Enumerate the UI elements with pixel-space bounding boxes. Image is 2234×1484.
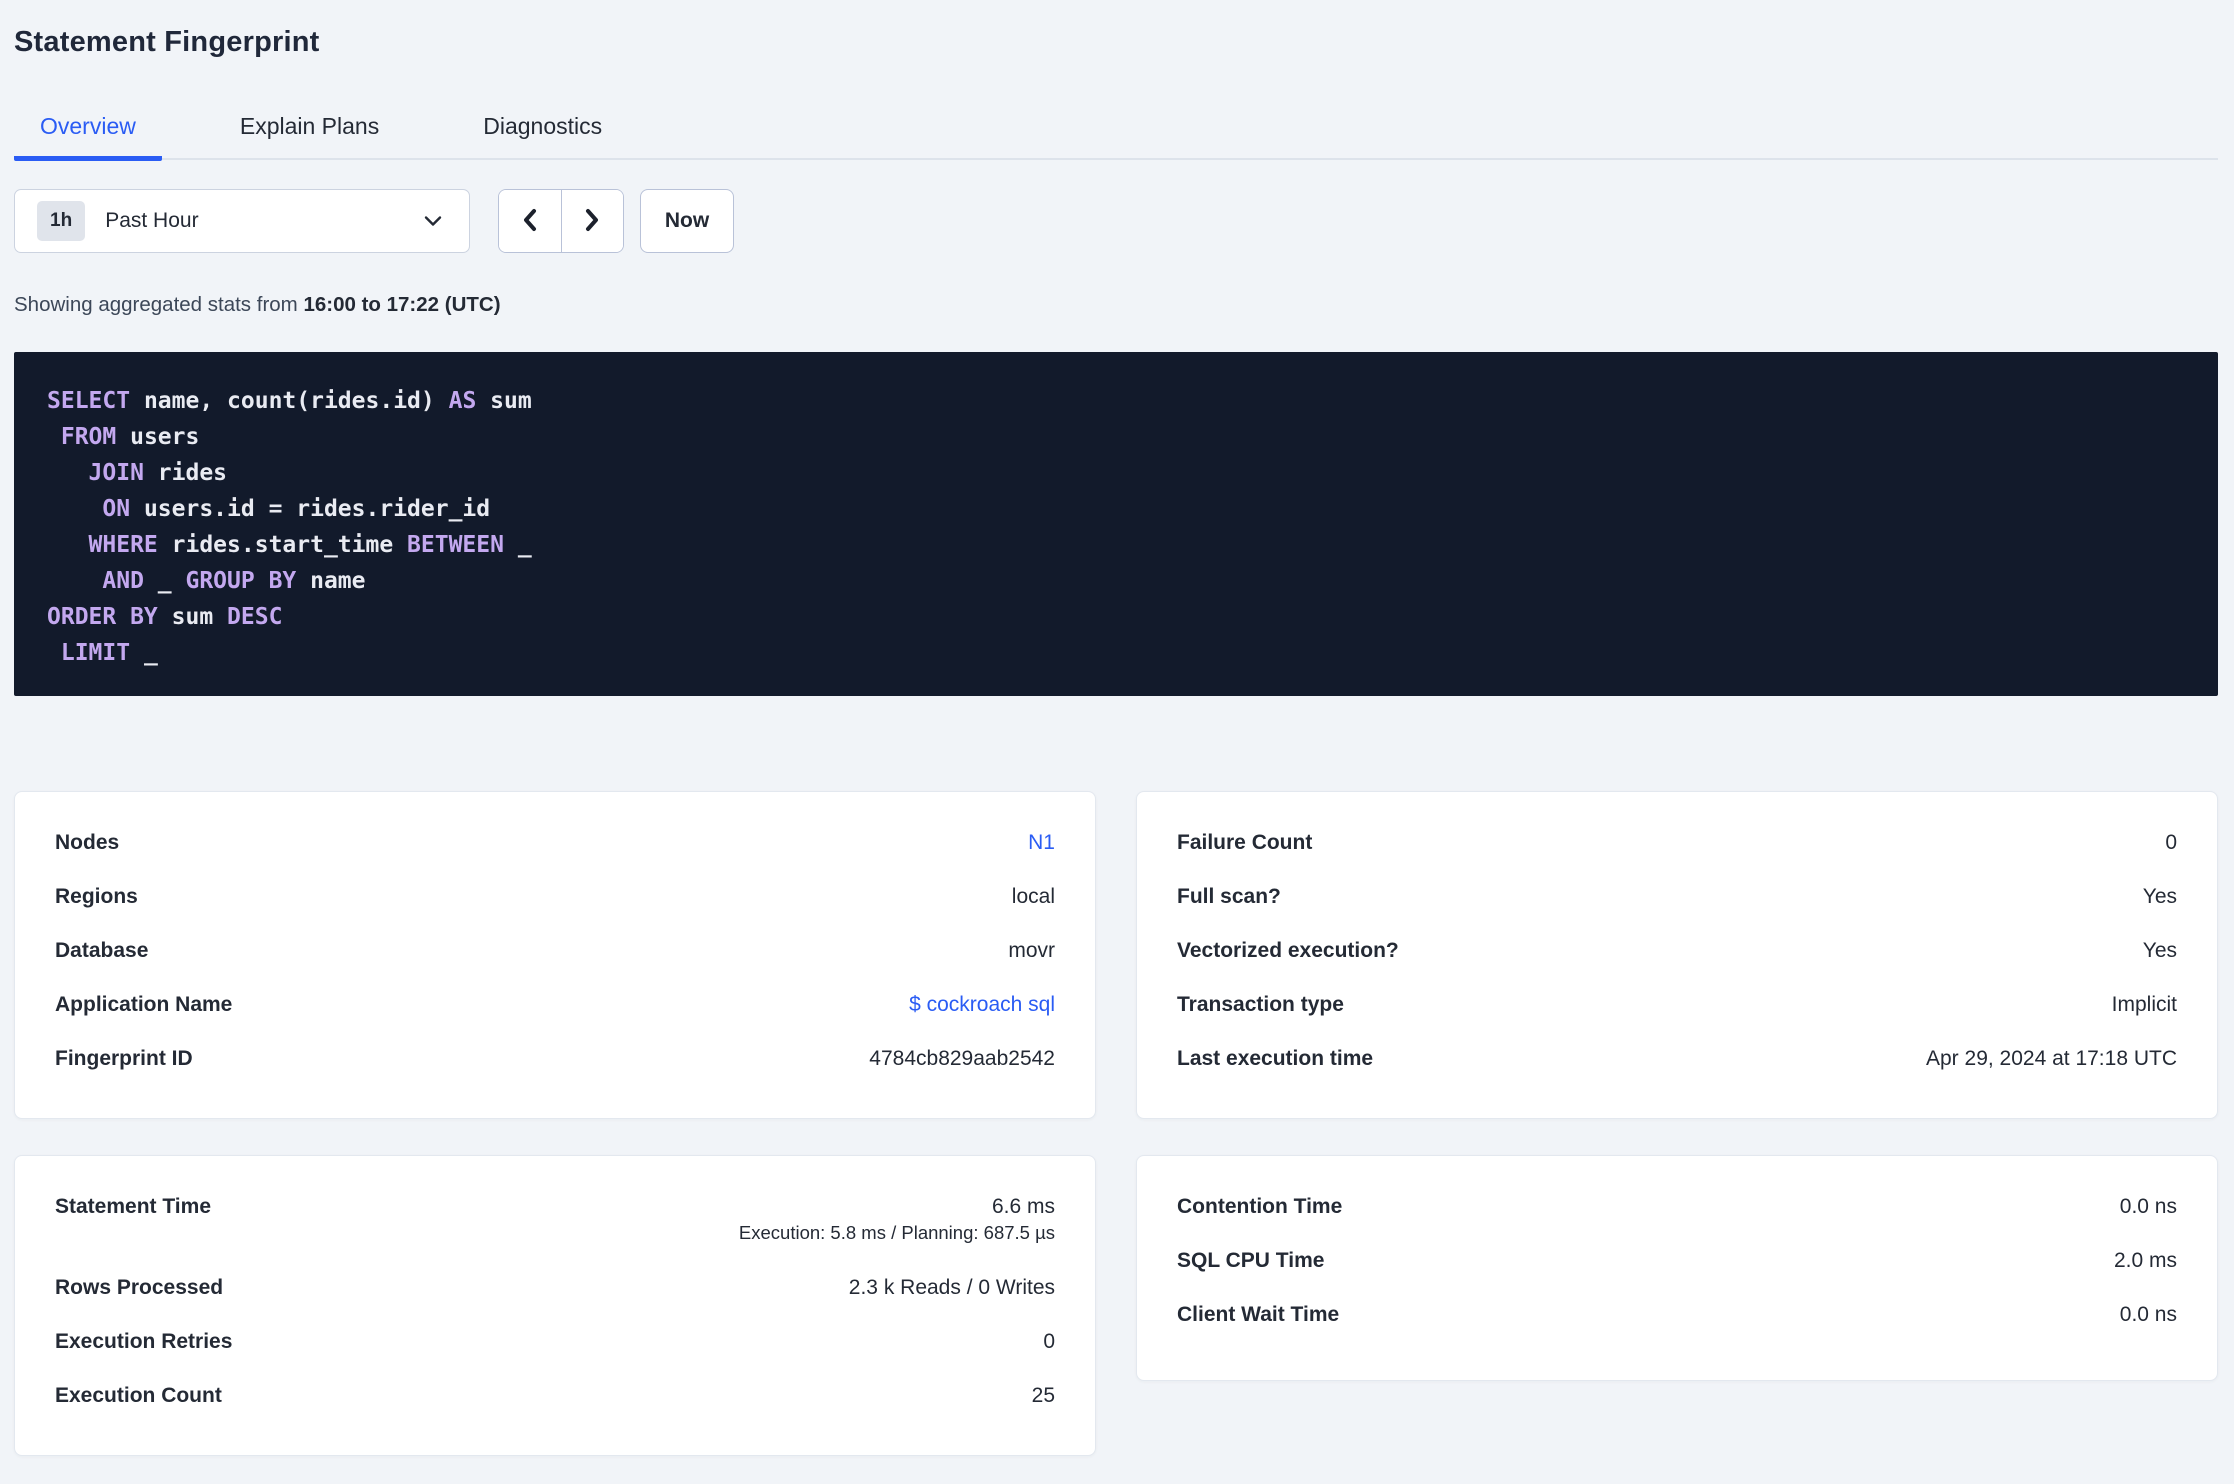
detail-row-fingerprint-id: Fingerprint ID 4784cb829aab2542 bbox=[55, 1032, 1055, 1086]
detail-row-vectorized: Vectorized execution? Yes bbox=[1177, 924, 2177, 978]
caption-prefix: Showing aggregated stats from bbox=[14, 293, 304, 316]
detail-row-regions: Regions local bbox=[55, 870, 1055, 924]
chevron-down-icon bbox=[423, 215, 443, 227]
row-label: Application Name bbox=[55, 993, 233, 1016]
tab-bar: Overview Explain Plans Diagnostics bbox=[14, 99, 2218, 161]
row-label: Contention Time bbox=[1177, 1195, 1343, 1218]
detail-row-nodes: Nodes N1 bbox=[55, 816, 1055, 870]
statement-details-card: Nodes N1 Regions local Database movr App… bbox=[14, 791, 1096, 1119]
row-label: Vectorized execution? bbox=[1177, 939, 1399, 962]
row-label: Failure Count bbox=[1177, 831, 1313, 854]
execution-attributes-card: Failure Count 0 Full scan? Yes Vectorize… bbox=[1136, 791, 2218, 1119]
row-value: Yes bbox=[2142, 939, 2177, 962]
row-label: Execution Retries bbox=[55, 1330, 233, 1353]
row-label: Fingerprint ID bbox=[55, 1047, 193, 1070]
detail-row-full-scan: Full scan? Yes bbox=[1177, 870, 2177, 924]
stat-row-sql-cpu-time: SQL CPU Time 2.0 ms bbox=[1177, 1234, 2177, 1288]
chevron-right-icon bbox=[581, 207, 603, 236]
tab-diagnostics[interactable]: Diagnostics bbox=[457, 99, 628, 161]
time-range-dropdown[interactable]: 1h Past Hour bbox=[14, 189, 470, 253]
row-label: Statement Time bbox=[55, 1195, 211, 1218]
stat-row-statement-time: Statement Time 6.6 ms Execution: 5.8 ms … bbox=[55, 1180, 1055, 1261]
row-label: Rows Processed bbox=[55, 1276, 224, 1299]
sql-statement-box: SELECT name, count(rides.id) AS sum FROM… bbox=[14, 352, 2218, 696]
tab-overview[interactable]: Overview bbox=[14, 99, 162, 161]
row-value: 2.0 ms bbox=[2113, 1249, 2177, 1272]
row-value: 0 bbox=[1043, 1330, 1055, 1353]
aggregated-stats-caption: Showing aggregated stats from 16:00 to 1… bbox=[14, 293, 2218, 317]
row-value: 0.0 ns bbox=[2119, 1303, 2177, 1326]
page-title: Statement Fingerprint bbox=[14, 26, 320, 58]
row-label: SQL CPU Time bbox=[1177, 1249, 1325, 1272]
tab-explain-plans[interactable]: Explain Plans bbox=[214, 99, 405, 161]
detail-row-last-execution-time: Last execution time Apr 29, 2024 at 17:1… bbox=[1177, 1032, 2177, 1086]
row-label: Regions bbox=[55, 885, 138, 908]
caption-time-range: 16:00 to 17:22 (UTC) bbox=[303, 293, 501, 316]
next-interval-button[interactable] bbox=[561, 190, 623, 252]
time-step-buttons bbox=[498, 189, 624, 253]
time-range-badge: 1h bbox=[37, 201, 86, 241]
row-value: Implicit bbox=[2111, 993, 2177, 1016]
detail-row-transaction-type: Transaction type Implicit bbox=[1177, 978, 2177, 1032]
statement-times-card: Statement Time 6.6 ms Execution: 5.8 ms … bbox=[14, 1155, 1096, 1456]
chevron-left-icon bbox=[519, 207, 541, 236]
row-label: Nodes bbox=[55, 831, 120, 854]
time-picker-row: 1h Past Hour Now bbox=[14, 189, 2218, 253]
wait-times-card: Contention Time 0.0 ns SQL CPU Time 2.0 … bbox=[1136, 1155, 2218, 1381]
detail-row-database: Database movr bbox=[55, 924, 1055, 978]
row-value: local bbox=[1011, 885, 1055, 908]
stat-row-contention-time: Contention Time 0.0 ns bbox=[1177, 1180, 2177, 1234]
statement-fingerprint-page: Statement Fingerprint Overview Explain P… bbox=[0, 26, 2234, 1456]
row-value: Yes bbox=[2142, 885, 2177, 908]
summary-cards: Nodes N1 Regions local Database movr App… bbox=[14, 791, 2218, 1456]
previous-interval-button[interactable] bbox=[499, 190, 562, 252]
detail-row-application-name: Application Name $ cockroach sql bbox=[55, 978, 1055, 1032]
row-label: Execution Count bbox=[55, 1384, 222, 1407]
row-value: movr bbox=[1008, 939, 1055, 962]
stat-row-execution-retries: Execution Retries 0 bbox=[55, 1315, 1055, 1369]
row-value: 4784cb829aab2542 bbox=[869, 1047, 1055, 1070]
row-value: Apr 29, 2024 at 17:18 UTC bbox=[1926, 1047, 2177, 1070]
row-subvalue: Execution: 5.8 ms / Planning: 687.5 µs bbox=[738, 1222, 1055, 1243]
detail-row-failure-count: Failure Count 0 bbox=[1177, 816, 2177, 870]
stat-row-execution-count: Execution Count 25 bbox=[55, 1369, 1055, 1423]
row-value: 25 bbox=[1031, 1384, 1055, 1407]
row-label: Full scan? bbox=[1177, 885, 1281, 908]
application-name-link[interactable]: $ cockroach sql bbox=[909, 978, 1055, 1032]
row-value: 0.0 ns bbox=[2119, 1195, 2177, 1218]
row-label: Last execution time bbox=[1177, 1047, 1374, 1070]
row-value: 0 bbox=[2165, 831, 2177, 854]
row-value: 2.3 k Reads / 0 Writes bbox=[848, 1276, 1055, 1299]
stat-row-rows-processed: Rows Processed 2.3 k Reads / 0 Writes bbox=[55, 1261, 1055, 1315]
nodes-link[interactable]: N1 bbox=[1028, 816, 1055, 870]
row-label: Client Wait Time bbox=[1177, 1303, 1340, 1326]
statement-time-values: 6.6 ms Execution: 5.8 ms / Planning: 687… bbox=[739, 1180, 1055, 1261]
row-label: Transaction type bbox=[1177, 993, 1344, 1016]
row-label: Database bbox=[55, 939, 149, 962]
now-button[interactable]: Now bbox=[640, 189, 734, 253]
time-range-label: Past Hour bbox=[105, 209, 199, 232]
stat-row-client-wait-time: Client Wait Time 0.0 ns bbox=[1177, 1288, 2177, 1342]
